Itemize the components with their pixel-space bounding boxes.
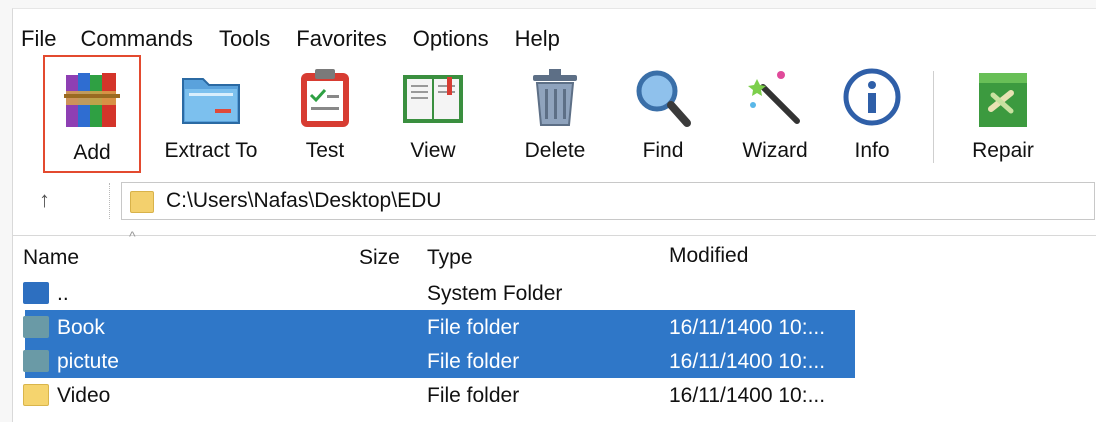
menu-tools[interactable]: Tools: [219, 25, 282, 53]
folder-icon: [23, 350, 49, 372]
file-modified: 16/11/1400 10:...: [669, 316, 826, 339]
column-header-type[interactable]: Type: [427, 246, 473, 270]
file-row-parent[interactable]: .. System Folder: [13, 276, 1096, 310]
menu-favorites[interactable]: Favorites: [296, 25, 398, 53]
toolbar-separator: [933, 71, 934, 163]
info-icon: [840, 65, 904, 131]
view-button[interactable]: View: [383, 61, 483, 173]
trash-can-icon: [523, 65, 587, 131]
add-label: Add: [73, 141, 111, 164]
column-header-name[interactable]: Name: [23, 246, 79, 270]
repair-button[interactable]: Repair: [955, 61, 1051, 173]
up-folder-button[interactable]: ↑: [39, 187, 50, 213]
file-row-video[interactable]: Video File folder 16/11/1400 10:...: [13, 378, 1096, 412]
file-type: File folder: [427, 384, 520, 407]
address-separator: [109, 183, 112, 219]
test-button[interactable]: Test: [285, 61, 365, 173]
menu-commands[interactable]: Commands: [80, 25, 204, 53]
sort-caret-icon: ^: [129, 228, 136, 244]
info-button[interactable]: Info: [839, 61, 905, 173]
delete-button[interactable]: Delete: [505, 61, 605, 173]
extract-to-label: Extract To: [164, 139, 258, 162]
file-name: Video: [57, 384, 111, 407]
folder-icon: [130, 191, 154, 213]
info-label: Info: [854, 139, 890, 162]
book-view-icon: [401, 65, 465, 131]
file-type: File folder: [427, 350, 520, 373]
find-button[interactable]: Find: [621, 61, 705, 173]
file-name: ..: [57, 282, 69, 305]
repair-label: Repair: [972, 139, 1034, 162]
system-folder-icon: [23, 282, 49, 304]
add-button[interactable]: Add: [43, 55, 141, 173]
repair-kit-icon: [971, 65, 1035, 131]
file-name: pictute: [57, 350, 119, 373]
file-type: System Folder: [427, 282, 563, 305]
magic-wand-icon: [743, 65, 807, 131]
toolbar: Add Extract To Test View Delete Find Wiz…: [13, 55, 1096, 175]
extract-to-button[interactable]: Extract To: [149, 61, 273, 173]
address-path: C:\Users\Nafas\Desktop\EDU: [166, 189, 442, 212]
delete-label: Delete: [524, 139, 586, 162]
file-row-book[interactable]: Book File folder 16/11/1400 10:...: [23, 310, 855, 344]
menu-options[interactable]: Options: [413, 25, 501, 53]
view-label: View: [410, 139, 456, 162]
menu-bar: File Commands Tools Favorites Options He…: [21, 25, 586, 53]
folder-icon: [23, 316, 49, 338]
column-header-size[interactable]: Size: [359, 246, 400, 270]
file-name: Book: [57, 316, 105, 339]
file-row-pictute[interactable]: pictute File folder 16/11/1400 10:...: [23, 344, 855, 378]
folder-icon: [23, 384, 49, 406]
column-header-modified[interactable]: Modified: [669, 244, 748, 268]
magnifier-icon: [631, 65, 695, 131]
test-label: Test: [305, 139, 345, 162]
address-field[interactable]: C:\Users\Nafas\Desktop\EDU: [121, 182, 1095, 220]
wizard-label: Wizard: [742, 139, 808, 162]
address-bar-row: ↑ C:\Users\Nafas\Desktop\EDU: [13, 179, 1096, 223]
menu-help[interactable]: Help: [515, 25, 572, 53]
file-type: File folder: [427, 316, 520, 339]
folder-extract-icon: [179, 65, 243, 131]
winrar-window: File Commands Tools Favorites Options He…: [12, 8, 1096, 422]
wizard-button[interactable]: Wizard: [720, 61, 830, 173]
file-modified: 16/11/1400 10:...: [669, 350, 826, 373]
menu-file[interactable]: File: [21, 25, 68, 53]
file-list-header: ^ Name Size Type Modified: [13, 228, 1096, 272]
file-modified: 16/11/1400 10:...: [669, 384, 826, 407]
clipboard-test-icon: [293, 65, 357, 131]
archive-books-icon: [60, 67, 124, 133]
find-label: Find: [642, 139, 684, 162]
